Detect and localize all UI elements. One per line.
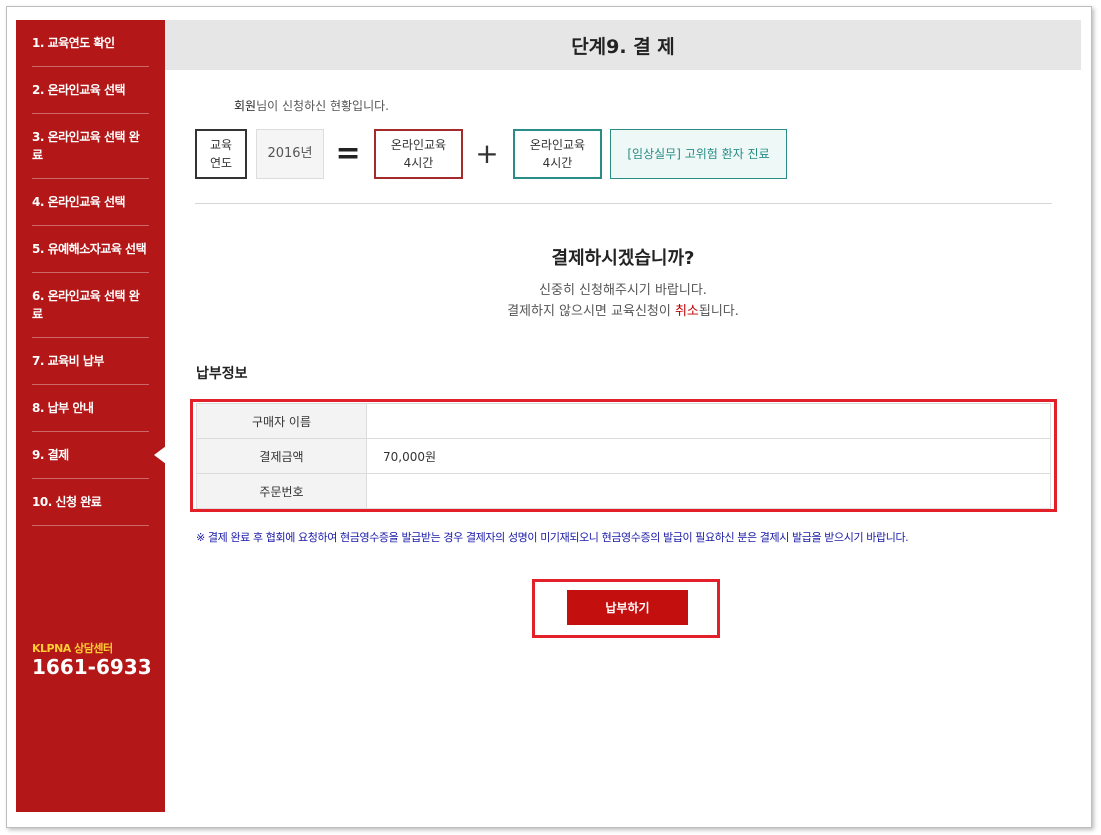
- year-label-line2: 연도: [209, 156, 233, 170]
- cancel-highlight: 취소: [674, 304, 699, 319]
- sidebar-item-deferral-education[interactable]: 5. 유예해소자교육 선택: [32, 226, 149, 273]
- step-sidebar: 1. 교육연도 확인 2. 온라인교육 선택 3. 온라인교육 선택 완료 4.…: [16, 20, 166, 812]
- sidebar-item-payment-guide[interactable]: 8. 납부 안내: [32, 385, 149, 432]
- confirm-line1: 신중히 신청해주시기 바랍니다.: [539, 283, 707, 298]
- support-label: KLPNA 상담센터: [32, 642, 113, 655]
- table-row: 구매자 이름: [196, 403, 1051, 439]
- confirm-line2-pre: 결제하지 않으시면 교육신청이: [507, 304, 675, 319]
- pay-button[interactable]: 납부하기: [567, 590, 688, 625]
- online-total-label: 온라인교육: [390, 138, 447, 152]
- confirm-line2-post: 됩니다.: [698, 304, 739, 319]
- sidebar-item-fee-payment[interactable]: 7. 교육비 납부: [32, 338, 149, 385]
- year-label-box: 교육연도: [195, 129, 247, 179]
- divider: [195, 203, 1052, 204]
- sidebar-item-complete[interactable]: 10. 신청 완료: [32, 479, 149, 526]
- year-value-box: 2016년: [256, 129, 324, 179]
- sidebar-item-online-select-done-2[interactable]: 6. 온라인교육 선택 완료: [32, 273, 149, 338]
- buyer-name-label: 구매자 이름: [196, 403, 367, 439]
- sidebar-item-online-select[interactable]: 2. 온라인교육 선택: [32, 67, 149, 114]
- greeting-message: 님이 신청하신 현황입니다.: [256, 99, 389, 113]
- sidebar-item-online-select-done[interactable]: 3. 온라인교육 선택 완료: [32, 114, 149, 179]
- confirm-message: 신중히 신청해주시기 바랍니다. 결제하지 않으시면 교육신청이 취소됩니다.: [165, 280, 1081, 322]
- confirm-line2: 결제하지 않으시면 교육신청이 취소됩니다.: [165, 301, 1081, 322]
- amount-value: 70,000원: [366, 438, 1051, 474]
- sidebar-item-checkout[interactable]: 9. 결제: [32, 432, 166, 479]
- page-title: 단계9. 결 제: [165, 20, 1081, 70]
- amount-label: 결제금액: [196, 438, 367, 474]
- course-name-box: [임상실무] 고위험 환자 진료: [610, 129, 787, 179]
- payment-info-table: 구매자 이름 결제금액 70,000원 주문번호: [196, 403, 1051, 509]
- online-total-hours: 4시간: [403, 156, 434, 170]
- support-phone: 1661-6933: [32, 655, 152, 679]
- year-label-line1: 교육: [209, 138, 233, 152]
- order-number-label: 주문번호: [196, 473, 367, 509]
- receipt-notice: ※ 결제 완료 후 협회에 요청하여 현금영수증을 발급받는 경우 결제자의 성…: [196, 531, 909, 544]
- online-item-label: 온라인교육: [529, 138, 586, 152]
- support-center: KLPNA 상담센터 1661-6933: [32, 640, 152, 678]
- plus-icon: +: [475, 137, 499, 170]
- sidebar-item-year-check[interactable]: 1. 교육연도 확인: [32, 20, 149, 67]
- table-row: 주문번호: [196, 473, 1051, 509]
- online-item-box: 온라인교육 4시간: [513, 129, 602, 179]
- member-name: 회원: [234, 99, 257, 113]
- greeting-text: 회원님이 신청하신 현황입니다.: [234, 97, 389, 114]
- order-number-value: [366, 473, 1051, 509]
- buyer-name-value: [366, 403, 1051, 439]
- sidebar-item-online-select-2[interactable]: 4. 온라인교육 선택: [32, 179, 149, 226]
- payment-info-title: 납부정보: [196, 366, 248, 382]
- table-row: 결제금액 70,000원: [196, 438, 1051, 474]
- confirm-title: 결제하시겠습니까?: [551, 248, 695, 269]
- online-item-hours: 4시간: [542, 156, 573, 170]
- online-total-box: 온라인교육 4시간: [374, 129, 463, 179]
- equals-icon: =: [335, 136, 361, 171]
